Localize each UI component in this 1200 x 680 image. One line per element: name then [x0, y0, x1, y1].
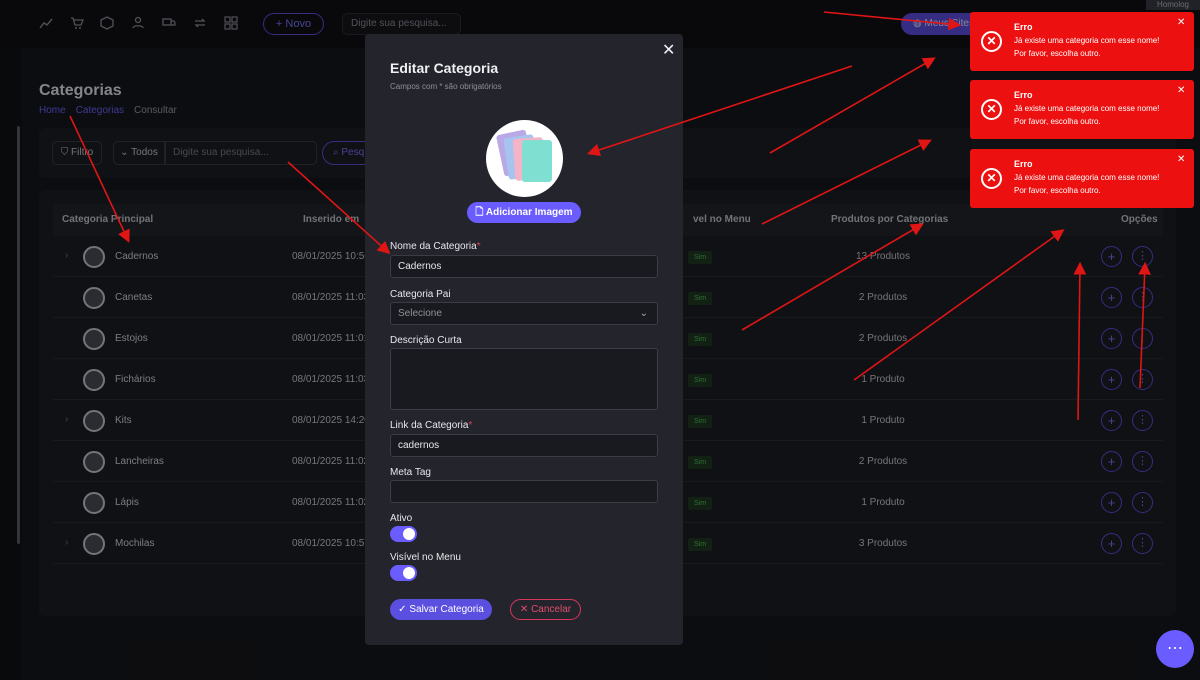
annotation-arrow: [287, 161, 391, 255]
annotation-arrow: [823, 11, 962, 31]
annotation-arrow: [741, 223, 924, 331]
annotation-arrows: [69, 11, 1152, 421]
annotation-arrow: [69, 115, 130, 243]
annotation-arrow: [1138, 261, 1152, 389]
annotation-arrow: [586, 65, 853, 157]
annotation-arrow: [769, 57, 936, 154]
annotation-arrow: [761, 139, 932, 225]
annotation-arrow: [853, 229, 1065, 381]
annotation-arrow: [1073, 261, 1087, 421]
